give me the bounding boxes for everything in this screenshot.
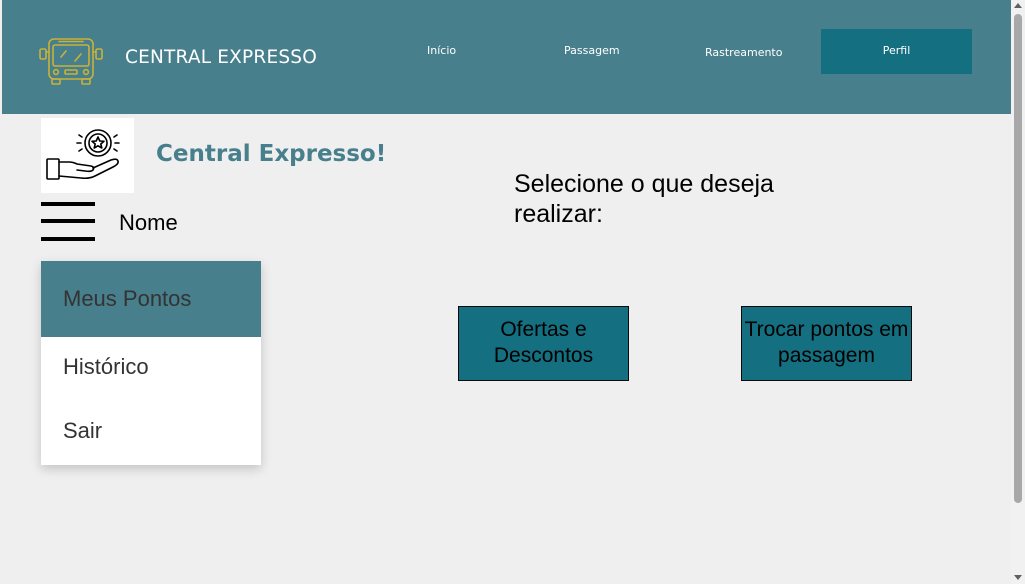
menu-item-historico[interactable]: Histórico [41,337,261,397]
scroll-down-icon[interactable] [1014,575,1022,580]
coin-in-hand-icon [41,118,134,193]
brand-name: CENTRAL EXPRESSO [125,47,318,68]
bus-icon[interactable] [37,37,105,85]
profile-side-menu: Meus Pontos Histórico Sair [41,261,261,465]
trocar-pontos-button[interactable]: Trocar pontos em passagem [741,306,912,381]
action-prompt: Selecione o que deseja realizar: [514,170,774,228]
menu-item-sair[interactable]: Sair [41,401,261,461]
nav-passagem[interactable]: Passagem [564,44,620,57]
welcome-heading: Central Expresso! [156,141,387,167]
top-navbar: CENTRAL EXPRESSO Início Passagem Rastrea… [2,0,1011,114]
vertical-scrollbar[interactable] [1011,0,1025,584]
scrollbar-thumb[interactable] [1014,14,1022,503]
hamburger-icon[interactable] [41,202,95,244]
nav-rastreamento[interactable]: Rastreamento [705,46,782,59]
nav-inicio[interactable]: Início [427,44,456,57]
nav-perfil-button[interactable]: Perfil [821,29,972,74]
menu-item-meus-pontos[interactable]: Meus Pontos [41,261,261,337]
ofertas-descontos-button[interactable]: Ofertas e Descontos [458,306,629,381]
page: CENTRAL EXPRESSO Início Passagem Rastrea… [2,0,1011,584]
user-name: Nome [119,210,178,235]
scroll-up-icon[interactable] [1014,3,1022,8]
